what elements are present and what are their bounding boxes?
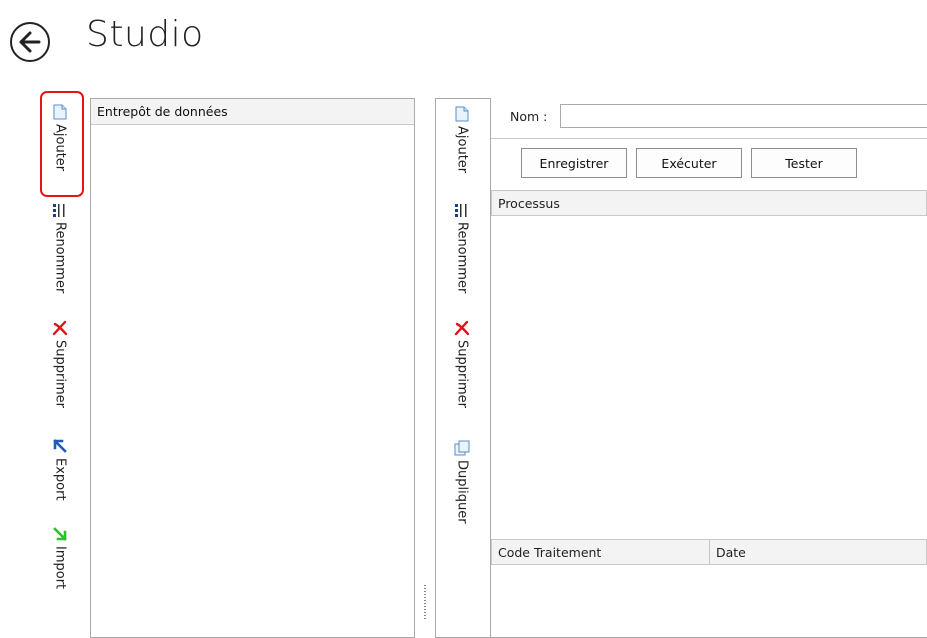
right-duplicate-label: Dupliquer bbox=[454, 460, 470, 524]
execute-button[interactable]: Exécuter bbox=[636, 148, 742, 178]
left-delete-button[interactable]: Supprimer bbox=[52, 320, 68, 408]
warehouse-panel: Entrepôt de données bbox=[90, 98, 415, 638]
rename-icon bbox=[454, 202, 470, 218]
left-export-label: Export bbox=[52, 458, 68, 501]
left-import-label: Import bbox=[52, 546, 68, 590]
left-rename-label: Renommer bbox=[52, 222, 68, 294]
delete-icon bbox=[454, 320, 470, 336]
left-add-label: Ajouter bbox=[52, 124, 68, 172]
left-import-button[interactable]: Import bbox=[52, 526, 68, 589]
name-label: Nom : bbox=[510, 109, 548, 124]
right-duplicate-button[interactable]: Dupliquer bbox=[454, 440, 470, 524]
process-list[interactable] bbox=[491, 216, 927, 538]
left-rename-button[interactable]: Renommer bbox=[52, 202, 68, 293]
right-add-button[interactable]: Ajouter bbox=[454, 106, 470, 173]
new-document-icon bbox=[454, 106, 470, 122]
right-add-label: Ajouter bbox=[454, 126, 470, 174]
warehouse-panel-header: Entrepôt de données bbox=[91, 99, 414, 125]
right-rename-label: Renommer bbox=[454, 222, 470, 294]
page-title: Studio bbox=[86, 14, 204, 55]
left-delete-label: Supprimer bbox=[52, 340, 68, 408]
left-export-button[interactable]: Export bbox=[52, 438, 68, 501]
name-row-divider bbox=[491, 138, 927, 139]
right-rename-button[interactable]: Renommer bbox=[454, 202, 470, 293]
import-arrow-icon bbox=[52, 526, 68, 542]
arrow-left-icon bbox=[19, 31, 41, 53]
delete-icon bbox=[52, 320, 68, 336]
duplicate-icon bbox=[454, 440, 470, 456]
process-header: Processus bbox=[491, 190, 927, 216]
left-add-button[interactable]: Ajouter bbox=[52, 104, 68, 171]
right-delete-label: Supprimer bbox=[454, 340, 470, 408]
name-input[interactable] bbox=[560, 104, 927, 128]
export-arrow-icon bbox=[52, 438, 68, 454]
right-delete-button[interactable]: Supprimer bbox=[454, 320, 470, 408]
splitter-handle[interactable] bbox=[424, 585, 426, 621]
column-header-date[interactable]: Date bbox=[709, 539, 927, 565]
back-button[interactable] bbox=[10, 22, 50, 62]
treatment-list[interactable] bbox=[491, 565, 927, 632]
column-header-code-traitement[interactable]: Code Traitement bbox=[491, 539, 710, 565]
new-document-icon bbox=[52, 104, 68, 120]
test-button[interactable]: Tester bbox=[751, 148, 857, 178]
name-row: Nom : bbox=[491, 98, 927, 136]
save-button[interactable]: Enregistrer bbox=[521, 148, 627, 178]
rename-icon bbox=[52, 202, 68, 218]
